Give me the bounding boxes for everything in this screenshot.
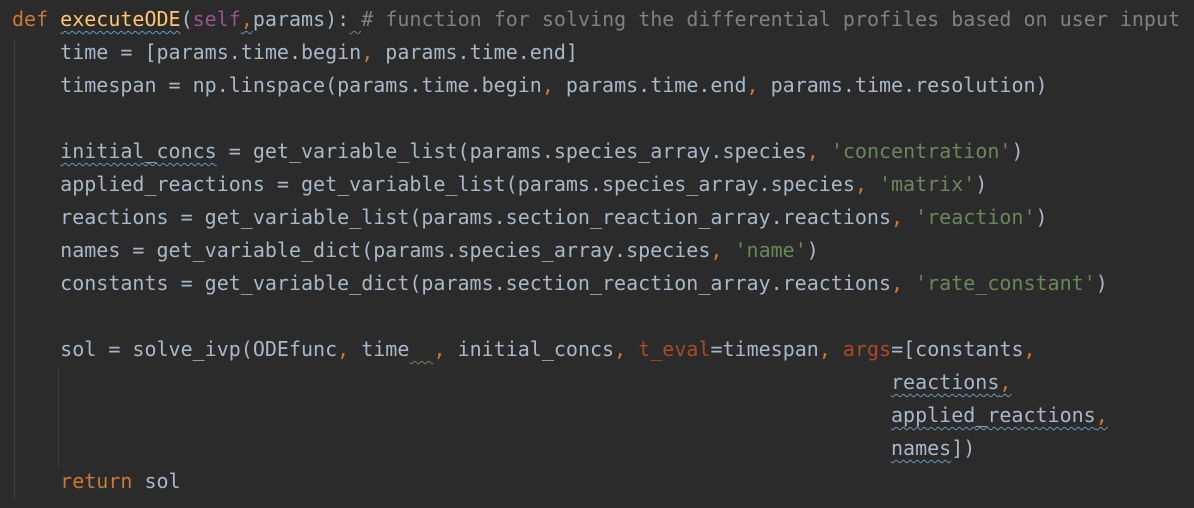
code-line[interactable]: applied_reactions, [12,399,1108,432]
code-token: , [337,337,362,361]
code-line[interactable]: reactions = get_variable_list(params.sec… [12,201,1048,234]
code-token: ): [325,7,350,31]
code-token: , [541,73,566,97]
code-token: self [192,7,241,31]
code-line[interactable]: names = get_variable_dict(params.species… [12,234,819,267]
code-token: , [710,238,735,262]
code-line[interactable]: sol = solve_ivp(ODEfunc, time , initial_… [12,333,1036,366]
code-line[interactable]: constants = get_variable_dict(params.sec… [12,267,1108,300]
code-token: ) [975,172,988,196]
code-token: names [891,436,952,460]
code-token: sol [132,469,181,493]
code-token: , [999,370,1012,394]
code-token: reactions [891,370,1000,394]
code-token: params [252,7,326,31]
code-token: t_eval [638,337,711,361]
code-line[interactable]: applied_reactions = get_variable_list(pa… [12,168,987,201]
code-token: ( [180,7,193,31]
code-token: 'name' [734,238,807,262]
code-token: constants = get_variable_dict(params.sec… [12,271,891,295]
code-token: timespan = np.linspace(params.time.begin [12,73,542,97]
code-token: 'concentration' [830,139,1012,163]
code-token: time = [params.time.begin [12,40,362,64]
code-token: = get_variable_list(params.species_array… [216,139,807,163]
code-token: initial_concs [457,337,615,361]
code-token: params.time.end [565,73,747,97]
code-token: 'matrix' [878,172,976,196]
code-token: , [1023,337,1036,361]
code-token: applied_reactions = get_variable_list(pa… [12,172,855,196]
code-token: sol = solve_ivp(ODEfunc [12,337,338,361]
code-line[interactable]: timespan = np.linspace(params.time.begin… [12,69,1048,102]
code-token: ]) [951,436,976,460]
code-token: executeODE [60,7,181,31]
code-token: ) [1011,139,1024,163]
code-token: , [361,40,386,64]
code-line[interactable]: initial_concs = get_variable_list(params… [12,135,1024,168]
code-token: , [818,337,843,361]
code-token: ) [1095,271,1108,295]
code-token: , [891,271,916,295]
code-token: ) [806,238,819,262]
code-line[interactable]: reactions, [12,366,1011,399]
code-token: =timespan [710,337,819,361]
code-line[interactable]: names]) [12,432,975,465]
code-token: params.time.resolution) [770,73,1048,97]
code-token: args [842,337,892,361]
code-token: , [891,205,916,229]
code-token: names = get_variable_dict(params.species… [12,238,711,262]
code-token: , [806,139,831,163]
code-line[interactable]: def executeODE(self,params): # function … [12,3,1180,36]
code-token: def [12,7,61,31]
code-token: return [60,469,133,493]
code-token: initial_concs [60,139,217,163]
code-token: # function for solving the differential … [361,7,1181,31]
code-line[interactable]: time = [params.time.begin, params.time.e… [12,36,578,69]
code-line[interactable]: return sol [12,465,181,498]
code-token: time [361,337,410,361]
code-token: , [1095,403,1108,427]
code-token: =[constants [891,337,1024,361]
code-token: params.time.end] [385,40,578,64]
code-token: reactions = get_variable_list(params.sec… [12,205,891,229]
code-token: , [746,73,771,97]
code-token: , [614,337,639,361]
code-token: 'rate_constant' [915,271,1096,295]
code-token: 'reaction' [915,205,1036,229]
code-token: , [854,172,879,196]
code-token: , [433,337,458,361]
code-editor[interactable]: def executeODE(self,params): # function … [0,0,1194,508]
code-token: applied_reactions [891,403,1096,427]
code-token: ) [1035,205,1048,229]
code-token: , [240,7,253,31]
